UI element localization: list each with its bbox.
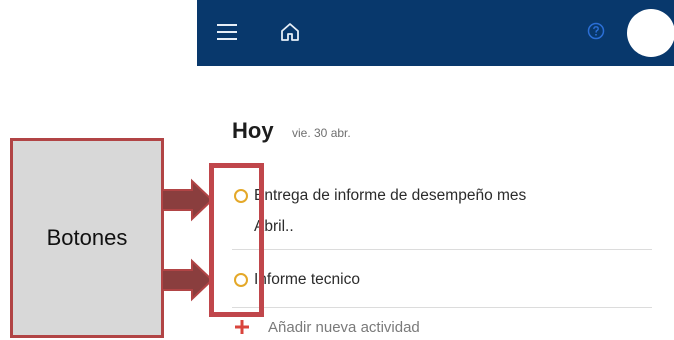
add-activity-button[interactable]: Añadir nueva actividad (268, 318, 420, 338)
divider (232, 249, 652, 250)
help-circle-icon[interactable] (587, 22, 605, 40)
page-title: Hoy (232, 118, 274, 143)
annotation-arrow-icon (161, 258, 214, 302)
annotation-label-box: Botones (10, 138, 164, 338)
annotation-label: Botones (46, 225, 128, 250)
annotation-highlight-box (209, 163, 264, 317)
app-top-bar (197, 0, 674, 66)
avatar[interactable] (627, 9, 674, 57)
divider (232, 307, 652, 308)
home-icon[interactable] (279, 21, 301, 43)
task-title[interactable]: Entrega de informe de desempeño mes (254, 184, 526, 208)
date-label: vie. 30 abr. (292, 126, 351, 140)
task-title[interactable]: Informe tecnico (254, 268, 360, 292)
plus-icon[interactable] (235, 320, 249, 334)
hamburger-menu-icon[interactable] (217, 24, 237, 40)
annotation-arrow-icon (161, 178, 214, 222)
